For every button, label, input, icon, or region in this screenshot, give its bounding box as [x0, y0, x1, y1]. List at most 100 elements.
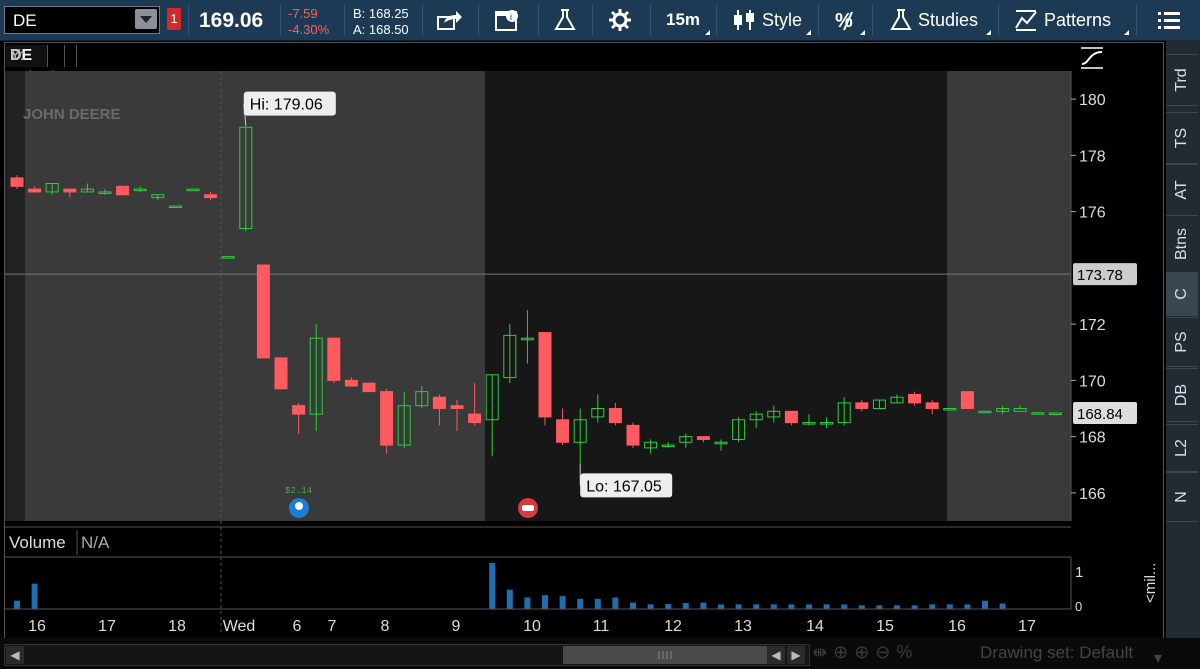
price-tick-label: 180 [1079, 92, 1106, 109]
toolbar-divider [872, 4, 873, 36]
volume-scale-top: 1 [1075, 564, 1083, 581]
calendar-info-icon: i [495, 10, 518, 31]
right-tab-n[interactable]: N [1166, 472, 1198, 522]
volume-bar [506, 589, 513, 609]
candle-body [608, 408, 622, 424]
right-tab-at[interactable]: AT [1166, 164, 1198, 216]
high-bubble-text: Hi: 179.06 [250, 97, 323, 114]
volume-bar [700, 602, 707, 609]
volume-unit: <mil... [1142, 563, 1159, 603]
horizontal-scrollbar[interactable]: ◀ ◀ ▶ [4, 644, 810, 666]
scroll-left-icon[interactable]: ◀ [6, 646, 24, 664]
time-tick-label: 17 [1018, 618, 1036, 635]
studies-button[interactable]: Studies [890, 4, 978, 36]
bottom-bar: ◀ ◀ ▶ ⇼ ⊕ ⊕ ⊖ % Drawing set: Default ▾ [0, 638, 1200, 669]
dropdown-corner-icon [806, 30, 811, 35]
left-shade [5, 71, 25, 521]
toolbar-divider [818, 4, 819, 36]
candle-body [63, 188, 77, 193]
toolbar-divider [478, 4, 479, 36]
volume-bar [682, 603, 689, 609]
volume-bar [788, 604, 795, 609]
price-tick-label: 168 [1079, 430, 1106, 447]
settings-button[interactable] [608, 4, 632, 36]
candle-body [28, 188, 42, 193]
percent-zoom-icon[interactable]: % [896, 642, 912, 663]
volume-bar [999, 603, 1006, 609]
right-tab-label: Btns [1173, 227, 1190, 261]
time-tick-label: 15 [876, 618, 894, 635]
right-tab-label: Trd [1173, 68, 1190, 92]
toolbar-divider [650, 4, 651, 36]
candle-body [327, 337, 341, 381]
zoom-out-icon[interactable]: ⊖ [875, 642, 890, 663]
volume-bar [559, 596, 566, 609]
dividend-amount: $2.14 [285, 486, 312, 496]
percent-scale-button[interactable]: % [834, 4, 860, 36]
toolbar-divider [998, 4, 999, 36]
time-tick-label: 17 [98, 618, 116, 635]
right-tab-trd[interactable]: Trd [1166, 54, 1198, 106]
volume-bar [718, 604, 724, 609]
dividend-icon-bulb [295, 502, 303, 510]
right-tab-ts[interactable]: TS [1166, 112, 1198, 164]
bid-price: B: 168.25 [353, 6, 409, 21]
scroll-left-end-icon[interactable]: ◀ [767, 646, 785, 664]
volume-bar [524, 597, 531, 609]
time-tick-label: 12 [664, 618, 682, 635]
toolbar-divider [716, 4, 717, 36]
right-tab-db[interactable]: DB [1166, 368, 1198, 422]
menu-button[interactable] [1158, 4, 1180, 36]
chart-settings-button[interactable] [1077, 45, 1107, 71]
toolbar-divider [592, 4, 593, 36]
studies-flask-icon [890, 9, 912, 30]
crosshair-price-label: 173.78 [1077, 267, 1123, 284]
top-toolbar: DE 1 169.06 -7.59 -4.30% B: 168.25 A: 16… [0, 0, 1200, 41]
time-tick-label: 16 [948, 618, 966, 635]
crosshair-icon[interactable]: ⊕ [833, 642, 848, 663]
right-tab-l2[interactable]: L2 [1166, 424, 1198, 472]
drawing-set-dropdown-icon[interactable]: ▾ [1154, 648, 1162, 668]
gear-icon [609, 9, 631, 31]
experiment-button[interactable] [554, 4, 576, 36]
toolbar-divider [280, 4, 281, 36]
ask-price: A: 168.50 [353, 22, 409, 37]
zoom-in-icon[interactable]: ⊕ [854, 642, 869, 663]
price-chart-svg[interactable]: JOHN DEERE180178176172170168166173.78168… [5, 43, 1163, 639]
chart-area[interactable]: DE 5 D 15m D: 11/27/19 8:15 PM Y: 173.78… [4, 42, 1164, 640]
percent-icon: % [835, 10, 853, 32]
candle-body [380, 391, 394, 446]
premarket-shade [25, 71, 485, 521]
net-change: -7.59 [288, 6, 318, 21]
time-tick-label: 18 [168, 618, 186, 635]
timeframe-selector[interactable]: 15m [666, 4, 700, 36]
toolbar-divider [1136, 4, 1137, 36]
patterns-button[interactable]: Patterns [1014, 4, 1111, 36]
right-tab-c[interactable]: C [1166, 272, 1198, 316]
scroll-right-icon[interactable]: ▶ [787, 646, 805, 664]
candle-body [855, 402, 869, 409]
style-label: Style [762, 9, 803, 30]
drawing-set-label[interactable]: Drawing set: Default [980, 643, 1133, 663]
candle-body [450, 405, 464, 409]
right-tab-label: N [1173, 491, 1190, 503]
share-button[interactable] [436, 4, 462, 36]
price-tick-label: 178 [1079, 148, 1106, 165]
symbol-text: DE [13, 11, 37, 30]
candle-body [116, 185, 130, 196]
style-button[interactable]: Style [732, 4, 802, 36]
right-tab-ps[interactable]: PS [1166, 317, 1198, 367]
calendar-button[interactable]: i [494, 4, 520, 36]
right-tab-btns[interactable]: Btns [1166, 215, 1198, 273]
volume-bar [841, 604, 848, 609]
candle-body [10, 177, 24, 187]
price-tick-label: 176 [1079, 205, 1106, 222]
volume-bar [929, 604, 936, 609]
candle-body [432, 396, 446, 409]
fit-icon[interactable]: ⇼ [812, 642, 827, 663]
alert-badge[interactable]: 1 [167, 8, 181, 30]
scroll-thumb[interactable] [563, 646, 767, 664]
symbol-dropdown-button[interactable] [135, 9, 157, 29]
symbol-input[interactable]: DE [4, 6, 160, 34]
time-tick-label: 8 [381, 618, 390, 635]
